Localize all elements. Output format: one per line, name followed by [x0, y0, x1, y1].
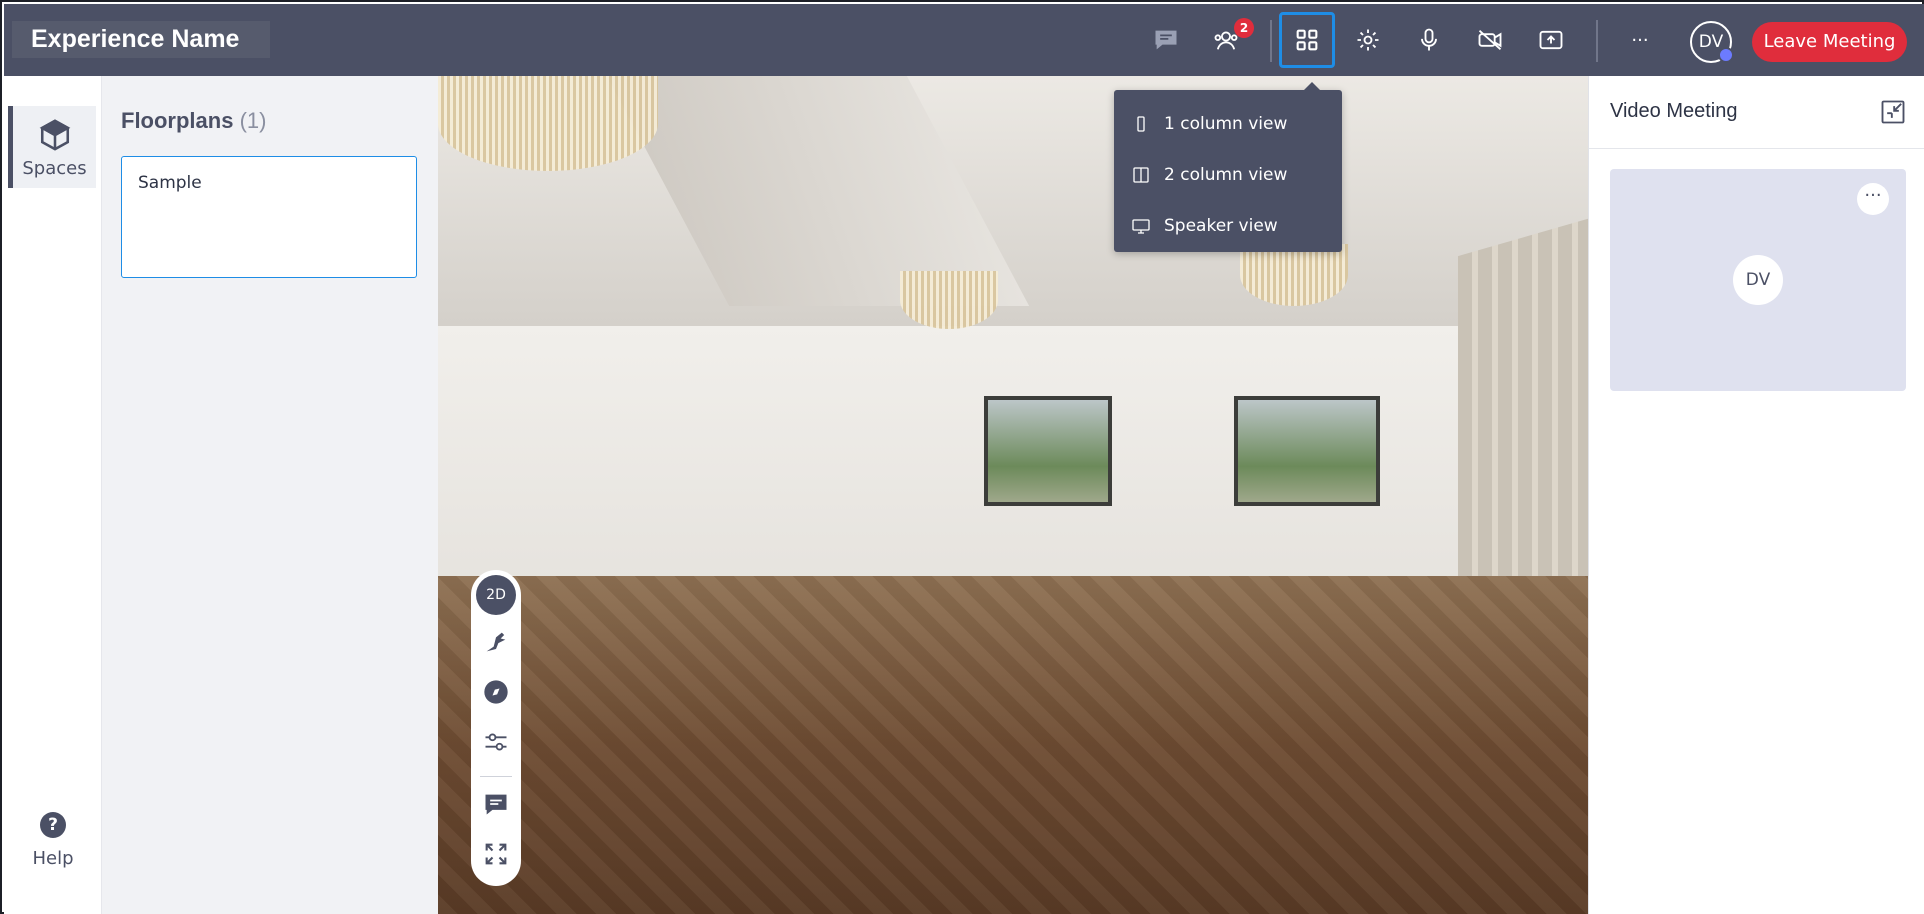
rail-item-label: Spaces	[22, 158, 87, 179]
fullscreen-icon[interactable]	[482, 840, 510, 868]
rail-item-spaces[interactable]: Spaces	[8, 106, 96, 188]
floorplans-panel: Floorplans (1) Sample	[102, 76, 438, 914]
app-frame: Experience Name 2 ··· DV Leave Meeting S…	[0, 0, 1924, 914]
help-label: Help	[32, 848, 74, 869]
host-crown-icon	[1718, 47, 1734, 63]
floorplan-card[interactable]: Sample	[121, 156, 417, 278]
adjustments-icon[interactable]	[482, 728, 510, 756]
participant-tile[interactable]: ··· DV	[1610, 169, 1906, 391]
more-icon: ···	[1631, 29, 1649, 51]
space-viewer[interactable]	[438, 76, 1588, 914]
menu-item-one-column[interactable]: 1 column view	[1114, 102, 1342, 146]
menu-caret	[1304, 82, 1320, 90]
experience-name: Experience Name	[12, 21, 270, 58]
participant-avatar: DV	[1733, 255, 1783, 305]
menu-item-label: 1 column view	[1164, 114, 1288, 134]
share-screen-icon	[1539, 30, 1563, 50]
comment-icon[interactable]	[482, 790, 510, 818]
cube-icon	[39, 119, 70, 151]
help-button[interactable]: ? Help	[4, 812, 102, 869]
window	[1234, 396, 1380, 506]
menu-item-label: Speaker view	[1164, 216, 1278, 236]
menu-item-speaker-view[interactable]: Speaker view	[1114, 204, 1342, 248]
floorplans-title: Floorplans	[121, 108, 234, 133]
speaker-view-icon	[1132, 219, 1150, 234]
chat-button[interactable]	[1138, 12, 1194, 68]
two-column-icon	[1133, 167, 1149, 183]
layout-menu: 1 column view 2 column view Speaker view	[1114, 82, 1342, 252]
floorplans-count: (1)	[239, 108, 267, 133]
toolbar-divider	[1270, 20, 1272, 62]
toolbar-divider	[1596, 20, 1598, 62]
participants-button[interactable]: 2	[1198, 12, 1254, 68]
camera-button[interactable]	[1462, 12, 1518, 68]
layout-grid-icon	[1296, 29, 1318, 51]
settings-icon	[1357, 29, 1379, 51]
chat-icon	[1155, 30, 1177, 50]
participants-badge: 2	[1234, 18, 1254, 38]
floor	[438, 576, 1588, 914]
more-button[interactable]: ···	[1612, 12, 1668, 68]
one-column-icon	[1137, 116, 1145, 132]
settings-button[interactable]	[1340, 12, 1396, 68]
top-bar: Experience Name 2 ··· DV Leave Meeting	[4, 4, 1924, 76]
menu-item-label: 2 column view	[1164, 165, 1288, 185]
microphone-icon	[1421, 28, 1437, 51]
collapse-icon[interactable]	[1879, 98, 1907, 126]
user-avatar[interactable]: DV	[1690, 21, 1734, 63]
floorplan-name: Sample	[138, 173, 202, 193]
window	[984, 396, 1112, 506]
chandelier	[900, 271, 998, 329]
share-screen-button[interactable]	[1523, 12, 1579, 68]
mode-2d-button[interactable]: 2D	[476, 575, 516, 615]
dollhouse-icon[interactable]	[482, 628, 510, 656]
menu-item-two-column[interactable]: 2 column view	[1114, 153, 1342, 197]
left-rail: Spaces ? Help	[4, 76, 102, 914]
microphone-button[interactable]	[1401, 12, 1457, 68]
chandelier	[438, 76, 658, 171]
compass-icon[interactable]	[482, 678, 510, 706]
tile-more-button[interactable]: ···	[1857, 183, 1889, 215]
video-meeting-panel: Video Meeting ··· DV	[1588, 76, 1924, 914]
toolbar-divider	[480, 776, 512, 777]
viewer-toolbar: 2D	[471, 570, 521, 886]
camera-off-icon	[1478, 29, 1502, 51]
panel-title: Floorplans (1)	[121, 108, 266, 134]
help-icon: ?	[40, 812, 66, 838]
leave-meeting-button[interactable]: Leave Meeting	[1752, 22, 1907, 62]
panel-title: Video Meeting	[1610, 100, 1738, 122]
panel-divider	[1589, 148, 1924, 149]
chandelier	[1240, 244, 1348, 306]
layout-button[interactable]	[1279, 12, 1335, 68]
